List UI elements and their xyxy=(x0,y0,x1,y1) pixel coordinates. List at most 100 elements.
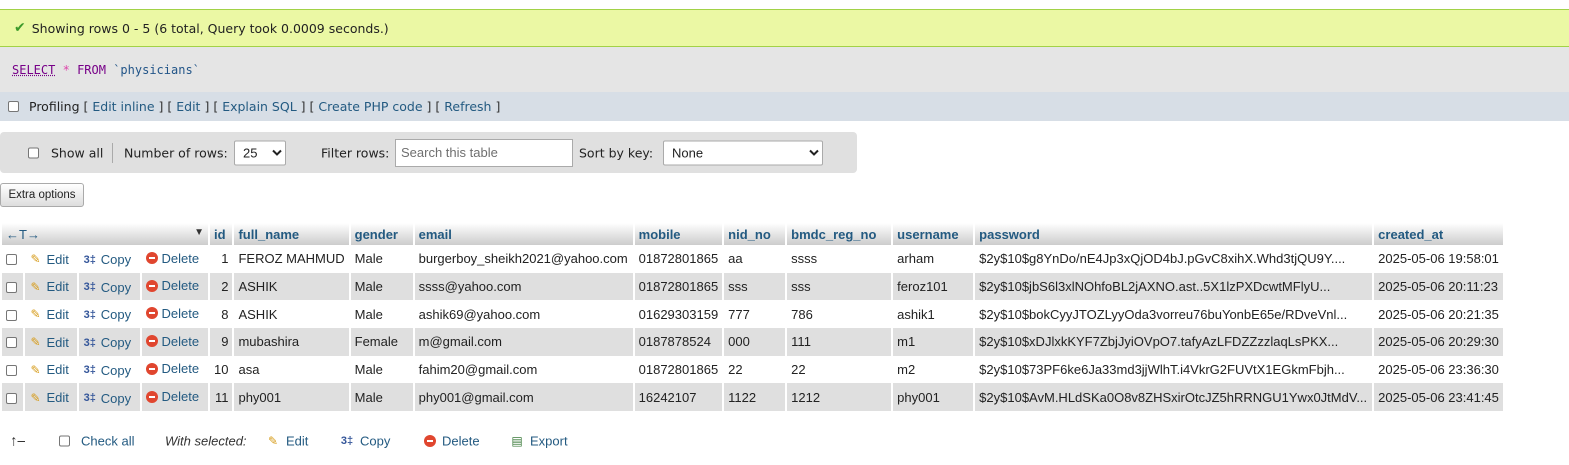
bulk-export-button[interactable]: Export xyxy=(530,434,568,449)
column-dropdown-icon[interactable]: ▼ xyxy=(194,227,204,238)
row-copy-button[interactable]: Copy xyxy=(101,335,131,350)
cell-bmdc-reg-no[interactable]: 1212 xyxy=(787,383,892,412)
row-delete-button[interactable]: Delete xyxy=(162,389,200,404)
column-header-nid-no[interactable]: nid_no xyxy=(724,223,786,245)
cell-id[interactable]: 9 xyxy=(210,328,233,356)
cell-gender[interactable]: Male xyxy=(350,355,413,384)
explain-sql-link[interactable]: Explain SQL xyxy=(222,99,296,114)
cell-email[interactable]: ashik69@yahoo.com xyxy=(414,300,633,329)
sql-select-keyword[interactable]: SELECT xyxy=(12,63,55,77)
cell-id[interactable]: 8 xyxy=(210,300,233,329)
cell-id[interactable]: 1 xyxy=(210,245,233,273)
column-header-username[interactable]: username xyxy=(893,223,974,245)
column-arrows-icon[interactable]: ←T→ xyxy=(6,227,40,242)
cell-id[interactable]: 2 xyxy=(210,272,233,301)
check-all-link[interactable]: Check all xyxy=(81,434,134,449)
cell-password[interactable]: $2y$10$g8YnDo/nE4Jp3xQjOD4bJ.pGvC8xihX.W… xyxy=(975,245,1373,273)
create-php-code-link[interactable]: Create PHP code xyxy=(318,99,422,114)
cell-id[interactable]: 11 xyxy=(210,383,233,412)
row-edit-button[interactable]: Edit xyxy=(47,252,69,267)
cell-nid-no[interactable]: sss xyxy=(724,272,786,301)
cell-full-name[interactable]: ASHIK xyxy=(234,272,349,301)
cell-gender[interactable]: Female xyxy=(350,328,413,356)
cell-username[interactable]: ashik1 xyxy=(893,300,974,329)
cell-full-name[interactable]: FEROZ MAHMUD xyxy=(234,245,349,273)
extra-options-button[interactable]: Extra options xyxy=(0,183,84,207)
row-delete-button[interactable]: Delete xyxy=(162,306,200,321)
cell-nid-no[interactable]: 1122 xyxy=(724,383,786,412)
cell-created-at[interactable]: 2025-05-06 23:36:30 xyxy=(1374,355,1503,384)
column-header-full-name[interactable]: full_name xyxy=(234,223,349,245)
cell-mobile[interactable]: 01872801865 xyxy=(634,245,723,273)
sort-by-key-select[interactable]: None xyxy=(663,140,823,165)
cell-mobile[interactable]: 16242107 xyxy=(634,383,723,412)
row-checkbox[interactable] xyxy=(6,337,17,349)
cell-gender[interactable]: Male xyxy=(350,272,413,301)
bulk-delete-button[interactable]: Delete xyxy=(442,434,480,449)
cell-bmdc-reg-no[interactable]: ssss xyxy=(787,245,892,273)
check-all-checkbox[interactable] xyxy=(59,435,70,447)
cell-gender[interactable]: Male xyxy=(350,245,413,273)
row-edit-button[interactable]: Edit xyxy=(47,279,69,294)
row-checkbox[interactable] xyxy=(6,392,17,404)
row-copy-button[interactable]: Copy xyxy=(101,280,131,295)
cell-email[interactable]: burgerboy_sheikh2021@yahoo.com xyxy=(414,245,633,273)
cell-email[interactable]: m@gmail.com xyxy=(414,328,633,356)
cell-nid-no[interactable]: aa xyxy=(724,245,786,273)
show-all-checkbox[interactable] xyxy=(28,147,39,158)
cell-email[interactable]: ssss@yahoo.com xyxy=(414,272,633,301)
bulk-copy-button[interactable]: Copy xyxy=(360,434,390,449)
row-delete-button[interactable]: Delete xyxy=(162,278,200,293)
filter-rows-input[interactable]: Search this table xyxy=(395,138,573,167)
cell-username[interactable]: arham xyxy=(893,245,974,273)
column-header-password[interactable]: password xyxy=(975,223,1373,245)
profiling-checkbox[interactable] xyxy=(8,101,19,112)
cell-password[interactable]: $2y$10$xDJlxkKYF7ZbjJyiOVpO7.tafyAzLFDZZ… xyxy=(975,328,1373,356)
cell-email[interactable]: fahim20@gmail.com xyxy=(414,355,633,384)
row-copy-button[interactable]: Copy xyxy=(101,363,131,378)
cell-username[interactable]: m1 xyxy=(893,328,974,356)
cell-password[interactable]: $2y$10$bokCyyJTOZLyyOda3vorreu76buYonbE6… xyxy=(975,300,1373,329)
cell-username[interactable]: m2 xyxy=(893,355,974,384)
edit-link[interactable]: Edit xyxy=(176,99,200,114)
column-header-created-at[interactable]: created_at xyxy=(1374,223,1503,245)
cell-password[interactable]: $2y$10$AvM.HLdSKa0O8v8ZHSxirOtcJZ5hRRNGU… xyxy=(975,383,1373,412)
row-edit-button[interactable]: Edit xyxy=(47,307,69,322)
cell-full-name[interactable]: ASHIK xyxy=(234,300,349,329)
cell-id[interactable]: 10 xyxy=(210,355,233,384)
row-delete-button[interactable]: Delete xyxy=(162,334,200,349)
cell-created-at[interactable]: 2025-05-06 20:29:30 xyxy=(1374,328,1503,356)
row-checkbox[interactable] xyxy=(6,309,17,321)
cell-gender[interactable]: Male xyxy=(350,300,413,329)
cell-created-at[interactable]: 2025-05-06 20:21:35 xyxy=(1374,300,1503,329)
cell-bmdc-reg-no[interactable]: 786 xyxy=(787,300,892,329)
cell-nid-no[interactable]: 22 xyxy=(724,355,786,384)
cell-username[interactable]: phy001 xyxy=(893,383,974,412)
column-header-gender[interactable]: gender xyxy=(350,223,413,245)
row-edit-button[interactable]: Edit xyxy=(47,362,69,377)
cell-created-at[interactable]: 2025-05-06 20:11:23 xyxy=(1374,272,1503,301)
column-header-mobile[interactable]: mobile xyxy=(634,223,723,245)
cell-bmdc-reg-no[interactable]: sss xyxy=(787,272,892,301)
row-copy-button[interactable]: Copy xyxy=(101,252,131,267)
cell-mobile[interactable]: 0187878524 xyxy=(634,328,723,356)
cell-bmdc-reg-no[interactable]: 22 xyxy=(787,355,892,384)
refresh-link[interactable]: Refresh xyxy=(444,99,491,114)
cell-gender[interactable]: Male xyxy=(350,383,413,412)
edit-inline-link[interactable]: Edit inline xyxy=(92,99,154,114)
cell-username[interactable]: feroz101 xyxy=(893,272,974,301)
row-edit-button[interactable]: Edit xyxy=(47,335,69,350)
bulk-edit-button[interactable]: Edit xyxy=(286,434,308,449)
cell-full-name[interactable]: mubashira xyxy=(234,328,349,356)
cell-nid-no[interactable]: 777 xyxy=(724,300,786,329)
row-copy-button[interactable]: Copy xyxy=(101,307,131,322)
number-of-rows-select[interactable]: 25 xyxy=(234,140,286,165)
column-header-email[interactable]: email xyxy=(414,223,633,245)
cell-mobile[interactable]: 01629303159 xyxy=(634,300,723,329)
cell-password[interactable]: $2y$10$jbS6l3xlNOhfoBL2jAXNO.ast..5X1lzP… xyxy=(975,272,1373,301)
cell-nid-no[interactable]: 000 xyxy=(724,328,786,356)
cell-bmdc-reg-no[interactable]: 111 xyxy=(787,328,892,356)
row-checkbox[interactable] xyxy=(6,254,17,266)
row-copy-button[interactable]: Copy xyxy=(101,391,131,406)
cell-created-at[interactable]: 2025-05-06 19:58:01 xyxy=(1374,245,1503,273)
